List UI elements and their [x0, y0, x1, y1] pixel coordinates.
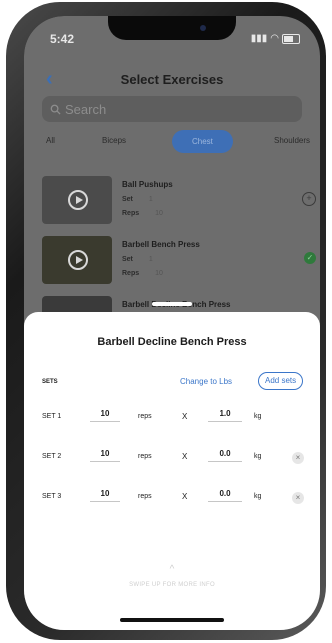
exercise-row[interactable]: Ball Pushups Set 1 Reps 10 + [42, 176, 320, 224]
check-icon[interactable]: ✓ [304, 252, 316, 264]
times-sign: X [182, 452, 188, 461]
weight-unit: kg [254, 413, 262, 420]
search-placeholder: Search [65, 101, 107, 117]
notch [108, 16, 236, 40]
reps-unit: reps [138, 413, 152, 420]
exercise-thumbnail [42, 176, 112, 224]
exercise-row[interactable]: Barbell Bench Press Set 1 Reps 10 ✓ [42, 236, 320, 284]
sheet-title: Barbell Decline Bench Press [97, 336, 247, 348]
wifi-icon: ◠ [270, 33, 279, 44]
swipe-hint: SWIPE UP FOR MORE INFO [129, 582, 215, 588]
times-sign: X [182, 412, 188, 421]
tab-shoulders[interactable]: Shoulders [274, 136, 310, 145]
exercise-reps: Reps 10 [122, 270, 163, 277]
times-sign: X [182, 492, 188, 501]
reps-unit: reps [138, 493, 152, 500]
weight-input[interactable]: 0.0 [208, 449, 242, 462]
chevron-up-icon[interactable]: ^ [24, 564, 320, 575]
tab-all[interactable]: All [46, 136, 55, 145]
screen: 5:42 ▮▮▮ ◠ ‹ Select Exercises Search All… [24, 16, 320, 630]
exercise-name: Barbell Bench Press [122, 240, 200, 249]
reps-input[interactable]: 10 [90, 449, 120, 462]
set-row: SET 1 10 reps X 1.0 kg [42, 406, 302, 428]
exercise-name: Ball Pushups [122, 180, 173, 189]
remove-set-icon[interactable]: × [292, 492, 304, 504]
exercise-set: Set 1 [122, 256, 153, 263]
add-sets-button[interactable]: Add sets [258, 372, 304, 390]
reps-input[interactable]: 10 [90, 489, 120, 502]
exercise-reps: Reps 10 [122, 210, 163, 217]
drag-handle[interactable] [152, 302, 192, 306]
signal-icon: ▮▮▮ [250, 33, 268, 44]
remove-set-icon[interactable]: × [292, 452, 304, 464]
weight-unit: kg [254, 453, 262, 460]
tab-chest[interactable]: Chest [172, 130, 233, 153]
play-icon[interactable] [68, 250, 88, 270]
battery-icon [282, 33, 300, 44]
search-input[interactable]: Search [42, 96, 302, 122]
reps-unit: reps [138, 453, 152, 460]
page-title: Select Exercises [120, 72, 224, 87]
play-icon[interactable] [68, 190, 88, 210]
status-time: 5:42 [50, 32, 75, 46]
set-name: SET 2 [42, 453, 62, 460]
exercise-thumbnail [42, 236, 112, 284]
category-tabs: All Biceps Chest Shoulders [36, 130, 320, 160]
exercise-set: Set 1 [122, 196, 153, 203]
sets-label: SETS [42, 379, 58, 385]
tab-biceps[interactable]: Biceps [102, 136, 126, 145]
camera-icon [200, 25, 206, 31]
set-row: SET 3 10 reps X 0.0 kg × [42, 486, 304, 508]
search-icon [50, 104, 61, 115]
weight-input[interactable]: 0.0 [208, 489, 242, 502]
change-units-link[interactable]: Change to Lbs [180, 377, 232, 386]
set-row: SET 2 10 reps X 0.0 kg × [42, 446, 304, 468]
reps-input[interactable]: 10 [90, 409, 120, 422]
home-indicator[interactable] [120, 618, 224, 622]
set-name: SET 3 [42, 493, 62, 500]
status-icons: ▮▮▮ ◠ [251, 33, 300, 44]
set-name: SET 1 [42, 413, 62, 420]
weight-unit: kg [254, 493, 262, 500]
weight-input[interactable]: 1.0 [208, 409, 242, 422]
add-icon[interactable]: + [302, 192, 316, 206]
phone-frame: 5:42 ▮▮▮ ◠ ‹ Select Exercises Search All… [6, 2, 326, 640]
exercise-detail-sheet: Barbell Decline Bench Press SETS Change … [24, 302, 320, 630]
